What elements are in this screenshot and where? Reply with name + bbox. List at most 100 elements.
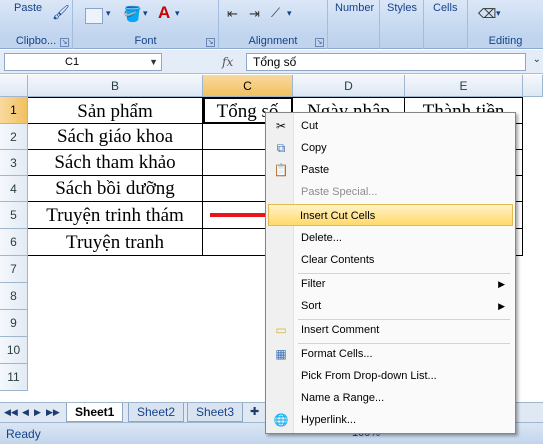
row-header-11[interactable]: 11	[0, 364, 28, 391]
row-header-7[interactable]: 7	[0, 256, 28, 283]
fill-color-icon[interactable]: 🪣	[123, 5, 142, 23]
name-box-dropdown-icon[interactable]: ▼	[149, 54, 158, 70]
alignment-group-label: Alignment	[219, 34, 327, 48]
last-sheet-icon[interactable]: ▶▶	[46, 407, 60, 418]
row-header-4[interactable]: 4	[0, 176, 28, 202]
formula-input[interactable]: Tổng số	[246, 53, 526, 71]
styles-group[interactable]: Styles	[380, 0, 424, 49]
table-cell-product[interactable]: Sách tham khảo	[28, 150, 203, 176]
context-menu: ✂ Cut ⧉ Copy 📋 Paste Paste Special... In…	[265, 112, 516, 434]
menu-item-delete[interactable]: Delete...	[268, 227, 513, 249]
first-sheet-icon[interactable]: ◀◀	[4, 407, 18, 418]
name-box-value: C1	[65, 56, 80, 68]
menu-item-hyperlink[interactable]: 🌐 Hyperlink...	[268, 409, 513, 431]
cells-button[interactable]: Cells	[433, 2, 457, 14]
formula-bar: C1 ▼ fx Tổng số ⌄	[0, 50, 543, 74]
row-header-10[interactable]: 10	[0, 337, 28, 364]
menu-item-insert-comment[interactable]: ▭ Insert Comment	[268, 319, 513, 341]
font-color-dropdown-icon[interactable]: ▾	[175, 8, 180, 19]
orientation-icon[interactable]: ⟋	[271, 5, 280, 21]
menu-item-label: Sort	[301, 300, 322, 312]
borders-dropdown-icon[interactable]: ▾	[106, 8, 111, 19]
sheet-tab-sheet1[interactable]: Sheet1	[66, 403, 124, 422]
ribbon: Paste 🖌 Clipbo... ↘ ▾ 🪣 ▾ A ▾ Font ↘ ⇤ ⇥…	[0, 0, 543, 49]
menu-item-label: Format Cells...	[301, 348, 373, 360]
menu-item-filter[interactable]: Filter ▶	[268, 273, 513, 295]
select-all-corner[interactable]	[0, 75, 28, 97]
sheet-tab-sheet3[interactable]: Sheet3	[187, 403, 244, 422]
format-cells-icon: ▦	[275, 347, 287, 361]
insert-sheet-icon[interactable]: ✚	[250, 405, 259, 418]
menu-item-paste[interactable]: 📋 Paste	[268, 159, 513, 181]
name-box[interactable]: C1 ▼	[4, 53, 162, 71]
menu-item-label: Clear Contents	[301, 254, 375, 266]
number-button[interactable]: Number	[335, 2, 374, 14]
clear-dropdown-icon[interactable]: ▾	[496, 8, 501, 19]
menu-item-pick-from-list[interactable]: Pick From Drop-down List...	[268, 365, 513, 387]
menu-item-copy[interactable]: ⧉ Copy	[268, 137, 513, 159]
row-header-2[interactable]: 2	[0, 124, 28, 150]
menu-item-label: Name a Range...	[301, 392, 385, 404]
submenu-arrow-icon: ▶	[498, 279, 505, 289]
menu-item-clear-contents[interactable]: Clear Contents	[268, 249, 513, 271]
menu-item-cut[interactable]: ✂ Cut	[268, 115, 513, 137]
orientation-dropdown-icon[interactable]: ▾	[287, 8, 292, 19]
alignment-launcher-icon[interactable]: ↘	[315, 38, 324, 47]
paste-button[interactable]: Paste	[14, 2, 42, 14]
menu-item-label: Pick From Drop-down List...	[301, 370, 437, 382]
decrease-indent-icon[interactable]: ⇤	[227, 6, 238, 22]
menu-item-insert-cut-cells[interactable]: Insert Cut Cells	[268, 204, 513, 226]
menu-item-format-cells[interactable]: ▦ Format Cells...	[268, 343, 513, 365]
table-cell-product[interactable]: Truyện trinh thám	[28, 202, 203, 229]
alignment-group: ⇤ ⇥ ⟋ ▾ Alignment ↘	[219, 0, 328, 49]
font-group: ▾ 🪣 ▾ A ▾ Font ↘	[73, 0, 219, 49]
row-header-9[interactable]: 9	[0, 310, 28, 337]
format-painter-icon[interactable]: 🖌	[52, 4, 70, 21]
comment-icon: ▭	[275, 323, 287, 337]
font-group-label: Font	[73, 34, 218, 48]
copy-icon: ⧉	[276, 141, 286, 155]
clipboard-launcher-icon[interactable]: ↘	[60, 38, 69, 47]
column-header-f[interactable]	[523, 75, 543, 97]
row-header-6[interactable]: 6	[0, 229, 28, 256]
menu-item-label: Filter	[301, 278, 326, 290]
next-sheet-icon[interactable]: ▶	[34, 407, 41, 418]
font-color-icon[interactable]: A	[158, 3, 170, 23]
cells-group[interactable]: Cells	[424, 0, 468, 49]
menu-item-label: Hyperlink...	[301, 414, 357, 426]
borders-icon[interactable]	[85, 8, 103, 24]
styles-button[interactable]: Styles	[387, 2, 417, 14]
increase-indent-icon[interactable]: ⇥	[249, 6, 260, 22]
row-header-3[interactable]: 3	[0, 150, 28, 176]
paste-icon: 📋	[273, 163, 289, 177]
menu-item-paste-special[interactable]: Paste Special...	[268, 181, 513, 203]
fx-icon[interactable]: fx	[222, 55, 233, 69]
header-product[interactable]: Sản phẩm	[28, 97, 203, 124]
menu-item-label: Cut	[301, 120, 319, 132]
editing-group: ⌫ ▾ Editing	[468, 0, 543, 49]
clipboard-group: Paste 🖌 Clipbo... ↘	[0, 0, 73, 49]
formula-expand-icon[interactable]: ⌄	[533, 54, 541, 65]
menu-item-label: Insert Comment	[301, 324, 380, 336]
column-header-d[interactable]: D	[293, 75, 405, 97]
prev-sheet-icon[interactable]: ◀	[22, 407, 29, 418]
clear-eraser-icon[interactable]: ⌫	[478, 6, 496, 22]
column-header-b[interactable]: B	[28, 75, 203, 97]
font-launcher-icon[interactable]: ↘	[206, 38, 215, 47]
menu-item-label: Paste	[301, 164, 330, 176]
table-cell-product[interactable]: Truyện tranh	[28, 229, 203, 256]
menu-item-name-range[interactable]: Name a Range...	[268, 387, 513, 409]
formula-content: Tổng số	[253, 55, 297, 69]
row-header-5[interactable]: 5	[0, 202, 28, 229]
column-header-e[interactable]: E	[405, 75, 523, 97]
menu-item-sort[interactable]: Sort ▶	[268, 295, 513, 317]
number-group[interactable]: Number	[328, 0, 380, 49]
scissors-icon: ✂	[275, 119, 287, 133]
fill-dropdown-icon[interactable]: ▾	[143, 8, 148, 19]
column-header-c[interactable]: C	[203, 75, 293, 97]
row-header-8[interactable]: 8	[0, 283, 28, 310]
table-cell-product[interactable]: Sách giáo khoa	[28, 124, 203, 150]
row-header-1[interactable]: 1	[0, 97, 28, 124]
table-cell-product[interactable]: Sách bồi dưỡng	[28, 176, 203, 202]
sheet-tab-sheet2[interactable]: Sheet2	[128, 403, 185, 422]
